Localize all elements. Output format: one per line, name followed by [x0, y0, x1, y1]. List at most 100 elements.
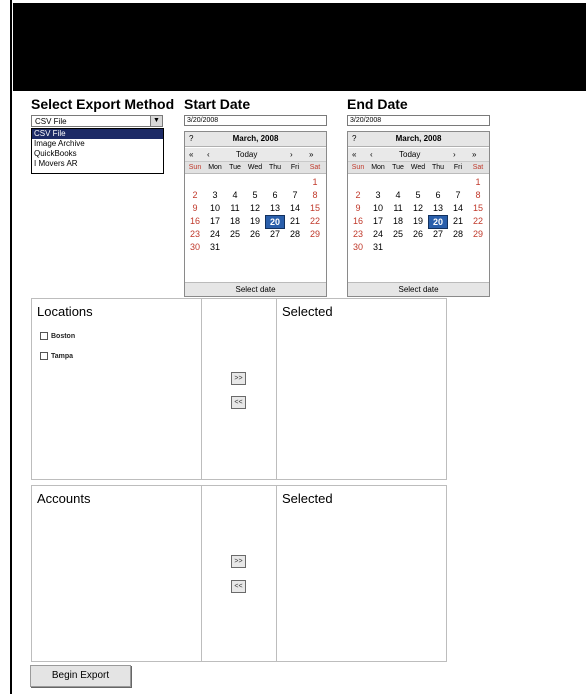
calendar-day[interactable]: 25	[225, 228, 245, 240]
next-year-button[interactable]: »	[309, 150, 313, 159]
calendar-header: ? March, 2008	[185, 132, 326, 147]
calendar-day[interactable]: 26	[245, 228, 265, 240]
calendar-day[interactable]: 9	[348, 202, 368, 214]
calendar-day[interactable]: 1	[468, 176, 488, 188]
weekday-label: Thu	[268, 164, 282, 171]
prev-year-button[interactable]: «	[189, 150, 193, 159]
calendar-day[interactable]: 29	[305, 228, 325, 240]
calendar-day[interactable]: 6	[428, 189, 448, 201]
calendar-day[interactable]: 4	[225, 189, 245, 201]
export-method-select[interactable]: CSV File ▼	[31, 115, 163, 127]
end-date-input[interactable]: 3/20/2008	[347, 115, 490, 126]
calendar-day[interactable]: 14	[285, 202, 305, 214]
calendar-day[interactable]: 24	[205, 228, 225, 240]
calendar-day[interactable]: 24	[368, 228, 388, 240]
calendar-day[interactable]: 17	[205, 215, 225, 227]
calendar-day[interactable]: 21	[448, 215, 468, 227]
calendar-day[interactable]: 23	[185, 228, 205, 240]
calendar-day[interactable]: 28	[448, 228, 468, 240]
calendar-day[interactable]: 2	[348, 189, 368, 201]
location-label: Boston	[51, 332, 76, 340]
add-account-button[interactable]: >>	[231, 555, 246, 568]
calendar-day[interactable]: 10	[205, 202, 225, 214]
option-image-archive[interactable]: Image Archive	[32, 139, 163, 149]
calendar-day[interactable]: 27	[428, 228, 448, 240]
prev-month-button[interactable]: ‹	[370, 150, 373, 159]
add-location-button[interactable]: >>	[231, 372, 246, 385]
calendar-day[interactable]: 8	[468, 189, 488, 201]
checkbox[interactable]	[40, 352, 48, 360]
prev-year-button[interactable]: «	[352, 150, 356, 159]
calendar-day[interactable]: 16	[348, 215, 368, 227]
calendar-day[interactable]: 28	[285, 228, 305, 240]
today-button[interactable]: Today	[236, 150, 257, 159]
calendar-day[interactable]: 25	[388, 228, 408, 240]
remove-account-button[interactable]: <<	[231, 580, 246, 593]
calendar-day[interactable]: 20	[265, 215, 285, 229]
checkbox[interactable]	[40, 332, 48, 340]
calendar-day[interactable]: 30	[185, 241, 205, 253]
calendar-day[interactable]: 26	[408, 228, 428, 240]
calendar-day[interactable]: 16	[185, 215, 205, 227]
today-button[interactable]: Today	[399, 150, 420, 159]
calendar-day[interactable]: 18	[388, 215, 408, 227]
calendar-day[interactable]: 12	[245, 202, 265, 214]
calendar-day[interactable]: 22	[468, 215, 488, 227]
calendar-day[interactable]: 27	[265, 228, 285, 240]
calendar-day[interactable]: 7	[285, 189, 305, 201]
calendar-day[interactable]: 13	[428, 202, 448, 214]
calendar-day[interactable]: 31	[205, 241, 225, 253]
end-date-calendar: ? March, 2008 «‹ Today ›» Sun Mon Tue Wed Thu Fri S…	[347, 131, 490, 297]
calendar-day[interactable]: 3	[368, 189, 388, 201]
calendar-day[interactable]: 6	[265, 189, 285, 201]
next-year-button[interactable]: »	[472, 150, 476, 159]
calendar-day[interactable]: 10	[368, 202, 388, 214]
weekday-label: Fri	[453, 164, 463, 171]
next-month-button[interactable]: ›	[453, 150, 456, 159]
begin-export-button[interactable]: Begin Export	[30, 665, 131, 687]
weekday-label: Sat	[309, 164, 321, 171]
chevron-down-icon[interactable]: ▼	[150, 116, 162, 126]
calendar-day[interactable]: 30	[348, 241, 368, 253]
export-method-options[interactable]: CSV File Image Archive QuickBooks I Move…	[31, 128, 164, 174]
calendar-day[interactable]: 20	[428, 215, 448, 229]
calendar-nav: « ‹ Today › »	[348, 148, 489, 162]
selected-locations-panel[interactable]: Selected	[276, 298, 447, 480]
calendar-day[interactable]: 3	[205, 189, 225, 201]
calendar-day[interactable]: 15	[305, 202, 325, 214]
weekday-label: Wed	[247, 164, 263, 171]
calendar-day[interactable]: 5	[245, 189, 265, 201]
start-date-input[interactable]: 3/20/2008	[184, 115, 327, 126]
calendar-day[interactable]: 31	[368, 241, 388, 253]
calendar-day[interactable]: 8	[305, 189, 325, 201]
calendar-day[interactable]: 14	[448, 202, 468, 214]
calendar-day[interactable]: 17	[368, 215, 388, 227]
calendar-day[interactable]: 7	[448, 189, 468, 201]
next-month-button[interactable]: ›	[290, 150, 293, 159]
location-item-boston[interactable]: Boston	[40, 332, 75, 340]
option-quickbooks[interactable]: QuickBooks	[32, 149, 163, 159]
option-i-movers-ar[interactable]: I Movers AR	[32, 159, 163, 169]
calendar-day[interactable]: 12	[408, 202, 428, 214]
calendar-day[interactable]: 15	[468, 202, 488, 214]
option-csv-file[interactable]: CSV File	[32, 129, 163, 139]
calendar-day[interactable]: 1	[305, 176, 325, 188]
calendar-day[interactable]: 23	[348, 228, 368, 240]
calendar-day[interactable]: 11	[388, 202, 408, 214]
calendar-day[interactable]: 19	[245, 215, 265, 227]
calendar-day[interactable]: 9	[185, 202, 205, 214]
calendar-day[interactable]: 5	[408, 189, 428, 201]
calendar-day[interactable]: 22	[305, 215, 325, 227]
calendar-day[interactable]: 18	[225, 215, 245, 227]
remove-location-button[interactable]: <<	[231, 396, 246, 409]
calendar-day[interactable]: 11	[225, 202, 245, 214]
prev-month-button[interactable]: ‹	[207, 150, 210, 159]
selected-accounts-panel[interactable]: Selected	[276, 485, 447, 662]
calendar-day[interactable]: 4	[388, 189, 408, 201]
calendar-day[interactable]: 13	[265, 202, 285, 214]
calendar-day[interactable]: 19	[408, 215, 428, 227]
calendar-day[interactable]: 21	[285, 215, 305, 227]
calendar-day[interactable]: 2	[185, 189, 205, 201]
calendar-day[interactable]: 29	[468, 228, 488, 240]
location-item-tampa[interactable]: Tampa	[40, 352, 73, 360]
